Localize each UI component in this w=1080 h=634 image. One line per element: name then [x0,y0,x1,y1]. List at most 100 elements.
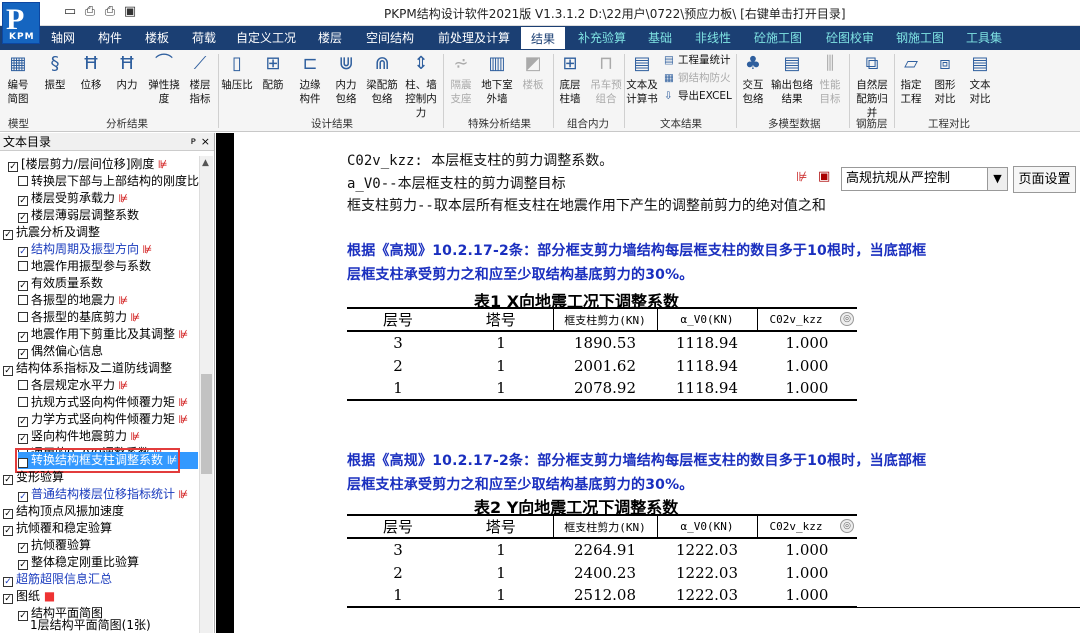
toc-item-participation[interactable]: 地震作用振型参与系数 [18,258,151,275]
reinforcement-button[interactable]: ⊞ 配筋 [259,52,287,92]
tab-spatial[interactable]: 空间结构 [366,26,414,50]
tab-concrete-drawing[interactable]: 砼施工图 [754,26,802,50]
axial-ratio-button[interactable]: ▯ 轴压比 [221,52,253,92]
specify-project-button[interactable]: ▱ 指定工程 [897,52,925,106]
interactive-envelope-button[interactable]: ♣ 交互包络 [739,52,767,106]
window-icon[interactable]: ▣ [122,4,138,20]
close-icon[interactable]: × [201,133,210,151]
layers-icon: ⧉ [865,53,879,74]
performance-target-button[interactable]: ⫼ 性能目标 [816,52,844,106]
group-design-label: 设计结果 [311,118,353,130]
internal-force-button[interactable]: Ħ 内力 [112,52,142,92]
toc-item-story-stiffness[interactable]: ✓ [楼层剪力/层间位移]刚度 ⊯ [8,156,168,173]
tab-nonlinear[interactable]: 非线性 [695,26,731,50]
print-icon[interactable]: ⎙ [102,4,118,20]
toc-item-overturn-check[interactable]: ✓ 抗倾覆验算 [18,537,91,554]
toc-item-weak-story[interactable]: ✓ 楼层薄弱层调整系数 [18,207,139,224]
steel-fireproof-button[interactable]: ▦ 钢结构防火 [664,70,731,86]
tab-steel-drawing[interactable]: 钢施工图 [896,26,944,50]
column-wall-force-button[interactable]: ⇕ 柱、墙控制内力 [401,52,441,120]
toc-item-shear-capacity[interactable]: ✓ 楼层受剪承载力 ⊯ [18,190,128,207]
floor-index-button[interactable]: ⟋ 楼层指标 [186,52,214,106]
displacement-button[interactable]: Ħ 位移 [76,52,106,92]
force-envelope-button[interactable]: ⋓ 内力包络 [331,52,361,106]
group-model-label: 模型 [8,118,29,130]
toc-item-drift-stats[interactable]: ✓ 普通结构楼层位移指标统计 ⊯ [18,486,188,503]
document-view: C02v_kzz: 本层框支柱的剪力调整系数。 a_V0--本层框支柱的剪力调整… [234,133,1080,633]
save-icon[interactable]: ▭ [62,4,78,20]
graphic-compare-button[interactable]: ⧈ 图形对比 [931,52,959,106]
toc-item-stability[interactable]: ✓ 整体稳定刚重比验算 [18,554,139,571]
code-control-select[interactable]: 高规抗规从严控制 [841,167,1008,191]
table-row: 1 1 2078.92 1118.94 1.000 [347,377,857,401]
slab-icon: ◩ [524,53,542,74]
quantity-stats-button[interactable]: ▤ 工程量统计 [664,52,731,68]
toc-group-deformation[interactable]: ✓ 变形验算 [3,469,64,486]
tab-member[interactable]: 构件 [98,26,122,50]
pin-icon[interactable]: ᴘ [191,133,196,151]
floor-slab-button[interactable]: ◩ 楼板 [519,52,547,92]
tab-tools[interactable]: 工具集 [966,26,1002,50]
chevron-up-icon: ▲ [202,158,209,168]
beam-reinf-envelope-button[interactable]: ⋒ 梁配筋包络 [365,52,399,106]
toc-scrollbar[interactable]: ▲ [199,156,213,633]
group-analysis-label: 分析结果 [106,118,148,130]
export-excel-button[interactable]: ⇩ 导出EXCEL [664,88,732,104]
group-special-label: 特殊分析结果 [468,118,531,130]
toc-item-base-shear[interactable]: 各振型的基底剪力 ⊯ [18,309,140,326]
mode-shape-button[interactable]: § 振型 [40,52,70,92]
output-envelope-button[interactable]: ▤ 输出包络结果 [771,52,813,106]
toc-group-system[interactable]: ✓ 结构体系指标及二道防线调整 [3,360,172,377]
natural-floor-merge-button[interactable]: ⧉ 自然层配筋归并 [852,52,892,120]
tab-floor[interactable]: 楼层 [318,26,342,50]
crane-precombine-button[interactable]: ⊓ 吊车预组合 [590,52,622,106]
text-compare-button[interactable]: ▤ 文本对比 [966,52,994,106]
tab-results[interactable]: 结果 [520,26,567,50]
toc-item-mode-force[interactable]: 各振型的地震力 ⊯ [18,292,128,309]
text-calc-book-button[interactable]: ▤ 文本及计算书 [626,52,658,106]
toc-item-effective-mass[interactable]: ✓ 有效质量系数 [18,275,103,292]
bottom-column-wall-button[interactable]: ⊞ 底层柱墙 [556,52,584,106]
tab-axis[interactable]: 轴网 [51,26,75,50]
table-row: 1 1 2512.08 1222.03 1.000 [347,584,857,608]
toc-item-over-limit[interactable]: ✓ 超筋超限信息汇总 [3,571,112,588]
settings-icon[interactable]: ◎ [840,312,854,326]
chart-icon: ⊯ [139,243,153,256]
toc-item-wind-acceleration[interactable]: ✓ 结构顶点风振加速度 [3,503,124,520]
print-preview-icon[interactable]: ⎙ [82,4,98,20]
chart-icon: ⊯ [115,294,129,307]
tab-foundation[interactable]: 基础 [648,26,672,50]
chevron-down-icon[interactable]: ▼ [987,168,1007,190]
toc-item-eccentric[interactable]: ✓ 偶然偏心信息 [18,343,103,360]
tab-slab[interactable]: 楼板 [145,26,169,50]
page-setup-button[interactable]: 页面设置 [1013,166,1076,193]
fireproof-icon: ▦ [664,72,674,84]
settings-icon[interactable]: ◎ [840,519,854,533]
toc-item-plan-floor1[interactable]: 1层结构平面简图(1张) [30,617,151,634]
scroll-thumb[interactable] [201,374,212,474]
toc-item-transfer-stiffness[interactable]: 转换层下部与上部结构的刚度比 [18,173,199,190]
toc-item-horizontal-force[interactable]: 各层规定水平力 ⊯ [18,377,128,394]
edge-member-button[interactable]: ⊏ 边缘构件 [295,52,325,106]
isolation-bearing-button[interactable]: ⩫ 隔震支座 [447,52,475,106]
number-diagram-button[interactable]: ▦ 编号简图 [3,52,33,106]
tab-custom-case[interactable]: 自定义工况 [236,26,296,50]
chart-icon[interactable]: ⊯ [796,170,807,185]
pdf-icon[interactable]: ▣ [818,169,830,184]
basement-wall-button[interactable]: ▥ 地下室外墙 [480,52,514,106]
tab-load[interactable]: 荷载 [192,26,216,50]
toc-group-seismic[interactable]: ✓ 抗震分析及调整 [3,224,100,241]
toc-item-shear-weight[interactable]: ✓ 地震作用下剪重比及其调整 ⊯ [18,326,188,343]
tab-concrete-review[interactable]: 砼图校审 [826,26,874,50]
tab-preprocess[interactable]: 前处理及计算 [438,26,510,50]
toc-group-drawings[interactable]: ✓ 图纸 ■ [3,588,55,605]
report-icon: ▤ [664,54,674,66]
toc-group-overturn[interactable]: ✓ 抗倾覆和稳定验算 [3,520,112,537]
toc-item-period[interactable]: ✓ 结构周期及振型方向 ⊯ [18,241,152,258]
toc-item-overturn-code[interactable]: 抗规方式竖向构件倾覆力矩 ⊯ [18,394,188,411]
toc-item-overturn-mech[interactable]: ✓ 力学方式竖向构件倾覆力矩 ⊯ [18,411,188,428]
tab-supplement-check[interactable]: 补充验算 [578,26,626,50]
toc-item-vertical-shear[interactable]: ✓ 竖向构件地震剪力 ⊯ [18,428,140,445]
folder-icon: ▱ [904,53,918,74]
elastic-deflection-button[interactable]: ⌒ 弹性挠度 [148,52,180,106]
